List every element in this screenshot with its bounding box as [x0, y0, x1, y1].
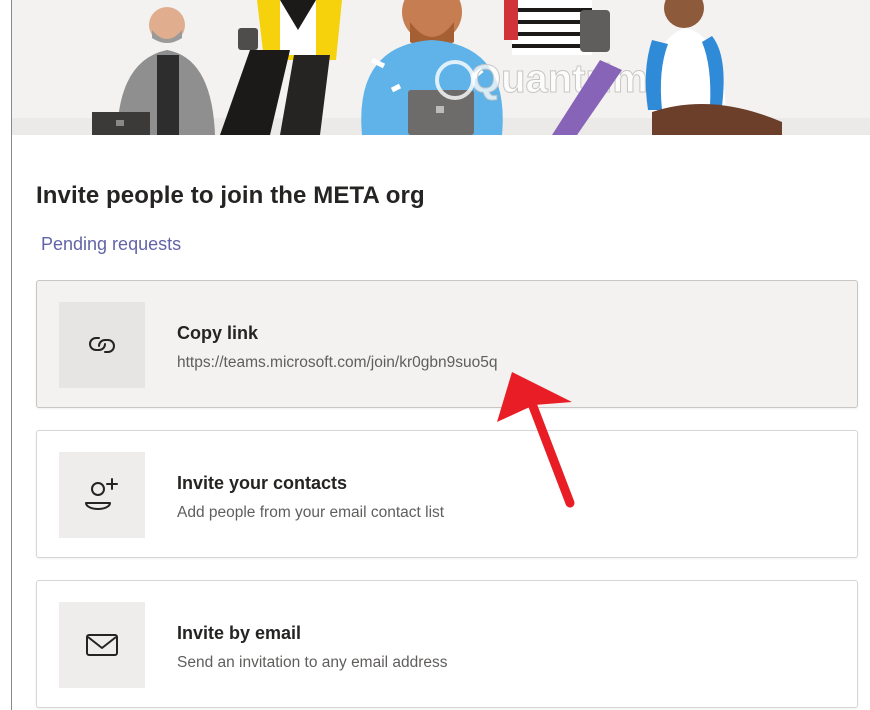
- invite-contacts-label: Invite your contacts: [177, 473, 348, 493]
- people-illustration: Quantrimang: [12, 0, 870, 135]
- invite-contacts-icon-box: [59, 452, 145, 538]
- invite-contacts-subtitle: Add people from your email contact list: [177, 504, 445, 521]
- link-icon: [89, 337, 115, 353]
- copy-link-card[interactable]: Copy link https://teams.microsoft.com/jo…: [36, 280, 858, 408]
- invite-dialog: Quantrimang Invite people to join the ME…: [11, 0, 870, 710]
- invite-email-icon-box: [59, 602, 145, 688]
- invite-email-label: Invite by email: [177, 623, 302, 643]
- pending-requests-link[interactable]: Pending requests: [41, 234, 181, 255]
- invite-email-card[interactable]: Invite by email Send an invitation to an…: [36, 580, 858, 708]
- mail-icon: [86, 634, 118, 656]
- copy-link-icon-box: [59, 302, 145, 388]
- header-illustration: Quantrimang: [12, 0, 870, 135]
- copy-link-label: Copy link: [177, 323, 259, 343]
- page-title: Invite people to join the META org: [36, 182, 425, 209]
- invite-email-subtitle: Send an invitation to any email address: [177, 654, 448, 671]
- copy-link-url: https://teams.microsoft.com/join/kr0gbn9…: [177, 354, 498, 371]
- invite-contacts-card[interactable]: Invite your contacts Add people from you…: [36, 430, 858, 558]
- add-person-icon: [85, 478, 118, 510]
